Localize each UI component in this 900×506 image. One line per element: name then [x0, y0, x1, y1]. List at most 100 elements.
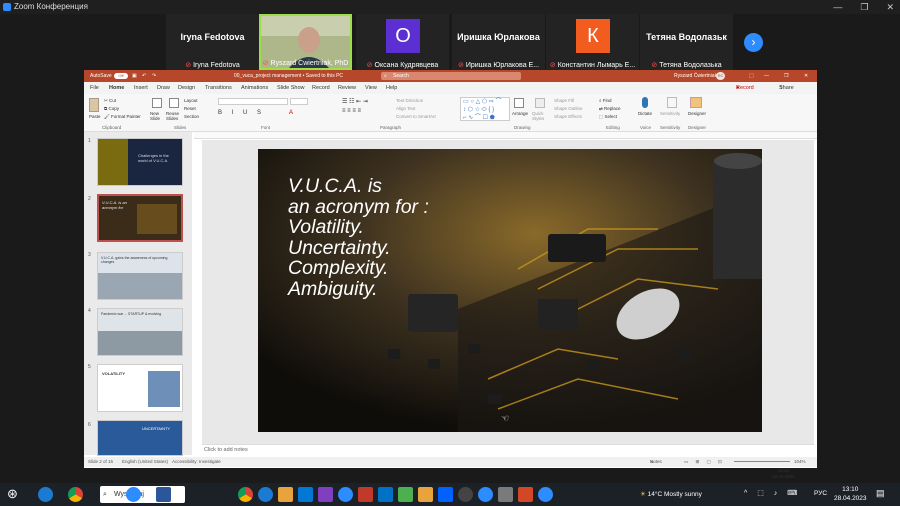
- dictate-button[interactable]: Dictate: [638, 111, 652, 116]
- paste-icon[interactable]: [89, 98, 99, 112]
- tab-transitions[interactable]: Transitions: [205, 82, 232, 94]
- ribbon-options-icon[interactable]: ⬚: [749, 70, 754, 82]
- thumbnail-slide-1[interactable]: Challenges in the world of V.U.C.A.: [97, 138, 183, 186]
- search-input[interactable]: ⌕ Search: [381, 72, 521, 80]
- slide-text-box[interactable]: V.U.C.A. is an acronym for : Volatility.…: [288, 176, 429, 299]
- thumbnail-slide-3[interactable]: V.U.C.A. gains the awareness of upcoming…: [97, 252, 183, 300]
- autosave-toggle[interactable]: Off: [114, 73, 128, 79]
- store-icon[interactable]: [298, 487, 313, 502]
- clock[interactable]: 13:10 28.04.2023: [834, 485, 867, 503]
- font-format-buttons[interactable]: B I U S: [218, 110, 265, 116]
- tab-review[interactable]: Review: [338, 82, 356, 94]
- participant-tile[interactable]: Iryna Fedotova ⊘ Iryna Fedotova: [166, 14, 259, 70]
- save-icon[interactable]: ▣: [132, 70, 137, 82]
- dropbox-icon[interactable]: [438, 487, 453, 502]
- zoom-level[interactable]: 104%: [794, 457, 806, 467]
- zoom-running-icon[interactable]: [538, 487, 553, 502]
- format-painter-button[interactable]: 🖌 Format Painter: [104, 114, 141, 120]
- thumbnail-slide-2-selected[interactable]: V.U.C.A. is an acronym for: [97, 194, 183, 242]
- select-button[interactable]: ⬚ Select: [599, 114, 617, 120]
- participant-tile[interactable]: О ⊘ Оксана Кудрявцева: [356, 14, 449, 70]
- user-avatar[interactable]: RĆ: [716, 72, 725, 80]
- app-icon[interactable]: [318, 487, 333, 502]
- close-icon[interactable]: ✕: [886, 0, 894, 14]
- chrome-pinned-icon[interactable]: [238, 487, 253, 502]
- powerpoint-icon[interactable]: [518, 487, 533, 502]
- tab-view[interactable]: View: [365, 82, 377, 94]
- tab-animations[interactable]: Animations: [241, 82, 268, 94]
- designer-button[interactable]: Designer: [688, 111, 706, 116]
- input-language[interactable]: РУС: [814, 490, 827, 497]
- app-icon[interactable]: [398, 487, 413, 502]
- app-icon[interactable]: [458, 487, 473, 502]
- user-name[interactable]: Ryszard Ćwiertniak: [674, 70, 717, 82]
- chrome-icon[interactable]: [68, 487, 83, 502]
- minimize-icon[interactable]: —: [833, 0, 842, 14]
- word-icon[interactable]: [156, 487, 171, 502]
- weather-widget[interactable]: ☀ 14°C Mostly sunny: [640, 490, 702, 498]
- font-size-dropdown[interactable]: [290, 98, 308, 105]
- notes-pane[interactable]: Click to add notes: [202, 444, 814, 455]
- participant-tile[interactable]: Тетяна Водолазьк ⊘ Тетяна Водолазька: [640, 14, 733, 70]
- text-direction-button[interactable]: Text Direction: [396, 98, 423, 103]
- ppt-close-icon[interactable]: ✕: [804, 70, 808, 82]
- tab-design[interactable]: Design: [178, 82, 195, 94]
- folder-icon[interactable]: [418, 487, 433, 502]
- shapes-gallery[interactable]: ▭ ○ △ ⬠ ⇨ ⌒ ↕ ⬡ ☆ ⬭ { } ⌐ ∿ ⌒ ☐ ⬟: [460, 97, 510, 121]
- quick-styles-button[interactable]: Quick Styles: [532, 111, 548, 121]
- edge-icon[interactable]: [38, 487, 53, 502]
- participant-tile-active-speaker[interactable]: ⊘ Ryszard Ćwiertniak, PhD: [259, 14, 352, 70]
- start-icon[interactable]: ⊛: [7, 486, 18, 502]
- tray-icons[interactable]: ^ ⬚ ♪ ⌨: [744, 489, 801, 497]
- zoom-slider[interactable]: [734, 461, 790, 462]
- bullets-icon[interactable]: ☰ ☷ ⇤ ⇥: [342, 98, 368, 105]
- ppt-minimize-icon[interactable]: —: [764, 70, 769, 82]
- reuse-slides-button[interactable]: Reuse Slides: [166, 111, 182, 121]
- next-participants-arrow-icon[interactable]: ›: [744, 33, 763, 52]
- tab-help[interactable]: Help: [386, 82, 397, 94]
- font-color-icon[interactable]: A: [289, 110, 293, 116]
- view-buttons[interactable]: ▭ ⊞ ▢ ⊡: [684, 457, 725, 467]
- zoom-app-icon[interactable]: [478, 487, 493, 502]
- taskbar-search-input[interactable]: ⌕Wyszukaj: [100, 486, 185, 503]
- tab-record[interactable]: Record: [312, 82, 330, 94]
- align-icons[interactable]: ≡ ≡ ≡ ≡: [342, 108, 361, 114]
- shape-effects-button[interactable]: Shape Effects: [554, 114, 582, 119]
- sensitivity-button[interactable]: Sensitivity: [660, 111, 680, 116]
- convert-smartart-button[interactable]: Convert to SmartArt: [396, 114, 436, 119]
- dictate-mic-icon[interactable]: [642, 97, 648, 108]
- sensitivity-icon[interactable]: [667, 97, 677, 108]
- layout-button[interactable]: Layout: [184, 98, 198, 103]
- reset-button[interactable]: Reset: [184, 106, 196, 111]
- new-slide-icon[interactable]: [152, 98, 162, 108]
- align-text-button[interactable]: Align Text: [396, 106, 415, 111]
- app-icon[interactable]: [498, 487, 513, 502]
- zoom-pinned-icon[interactable]: [338, 487, 353, 502]
- participant-tile[interactable]: Иришка Юрлаковa ⊘ Иришка Юрлакова Е...: [452, 14, 545, 70]
- thumbnail-slide-4[interactable]: Pandemic war ... STARTUP & evolving: [97, 308, 183, 356]
- cut-button[interactable]: ✂ Cut: [104, 98, 116, 104]
- zoom-app-icon[interactable]: [126, 487, 141, 502]
- participant-tile[interactable]: К ⊘ Константин Лымарь Е...: [546, 14, 639, 70]
- file-explorer-icon[interactable]: [278, 487, 293, 502]
- replace-button[interactable]: ⇄ Replace: [599, 106, 621, 112]
- undo-icon[interactable]: ↶: [142, 70, 146, 82]
- find-button[interactable]: ⌕ Find: [599, 98, 612, 103]
- tab-slide-show[interactable]: Slide Show: [277, 82, 305, 94]
- redo-icon[interactable]: ↷: [152, 70, 156, 82]
- edge-pinned-icon[interactable]: [258, 487, 273, 502]
- new-slide-button[interactable]: New Slide: [150, 111, 164, 121]
- app-icon[interactable]: [358, 487, 373, 502]
- thumbnail-slide-6[interactable]: UNCERTAINTY: [97, 420, 183, 456]
- tab-file[interactable]: File: [90, 82, 99, 94]
- thumbnail-slide-5[interactable]: VOLATILITY: [97, 364, 183, 412]
- outlook-icon[interactable]: [378, 487, 393, 502]
- tab-insert[interactable]: Insert: [134, 82, 148, 94]
- current-slide[interactable]: V.U.C.A. is an acronym for : Volatility.…: [258, 149, 762, 432]
- reuse-slides-icon[interactable]: [169, 98, 179, 108]
- status-language[interactable]: English (United States): [122, 457, 168, 467]
- quick-styles-icon[interactable]: [535, 98, 545, 108]
- shape-fill-button[interactable]: Shape Fill: [554, 98, 574, 103]
- ppt-maximize-icon[interactable]: ❐: [784, 70, 788, 82]
- arrange-icon[interactable]: [514, 98, 524, 108]
